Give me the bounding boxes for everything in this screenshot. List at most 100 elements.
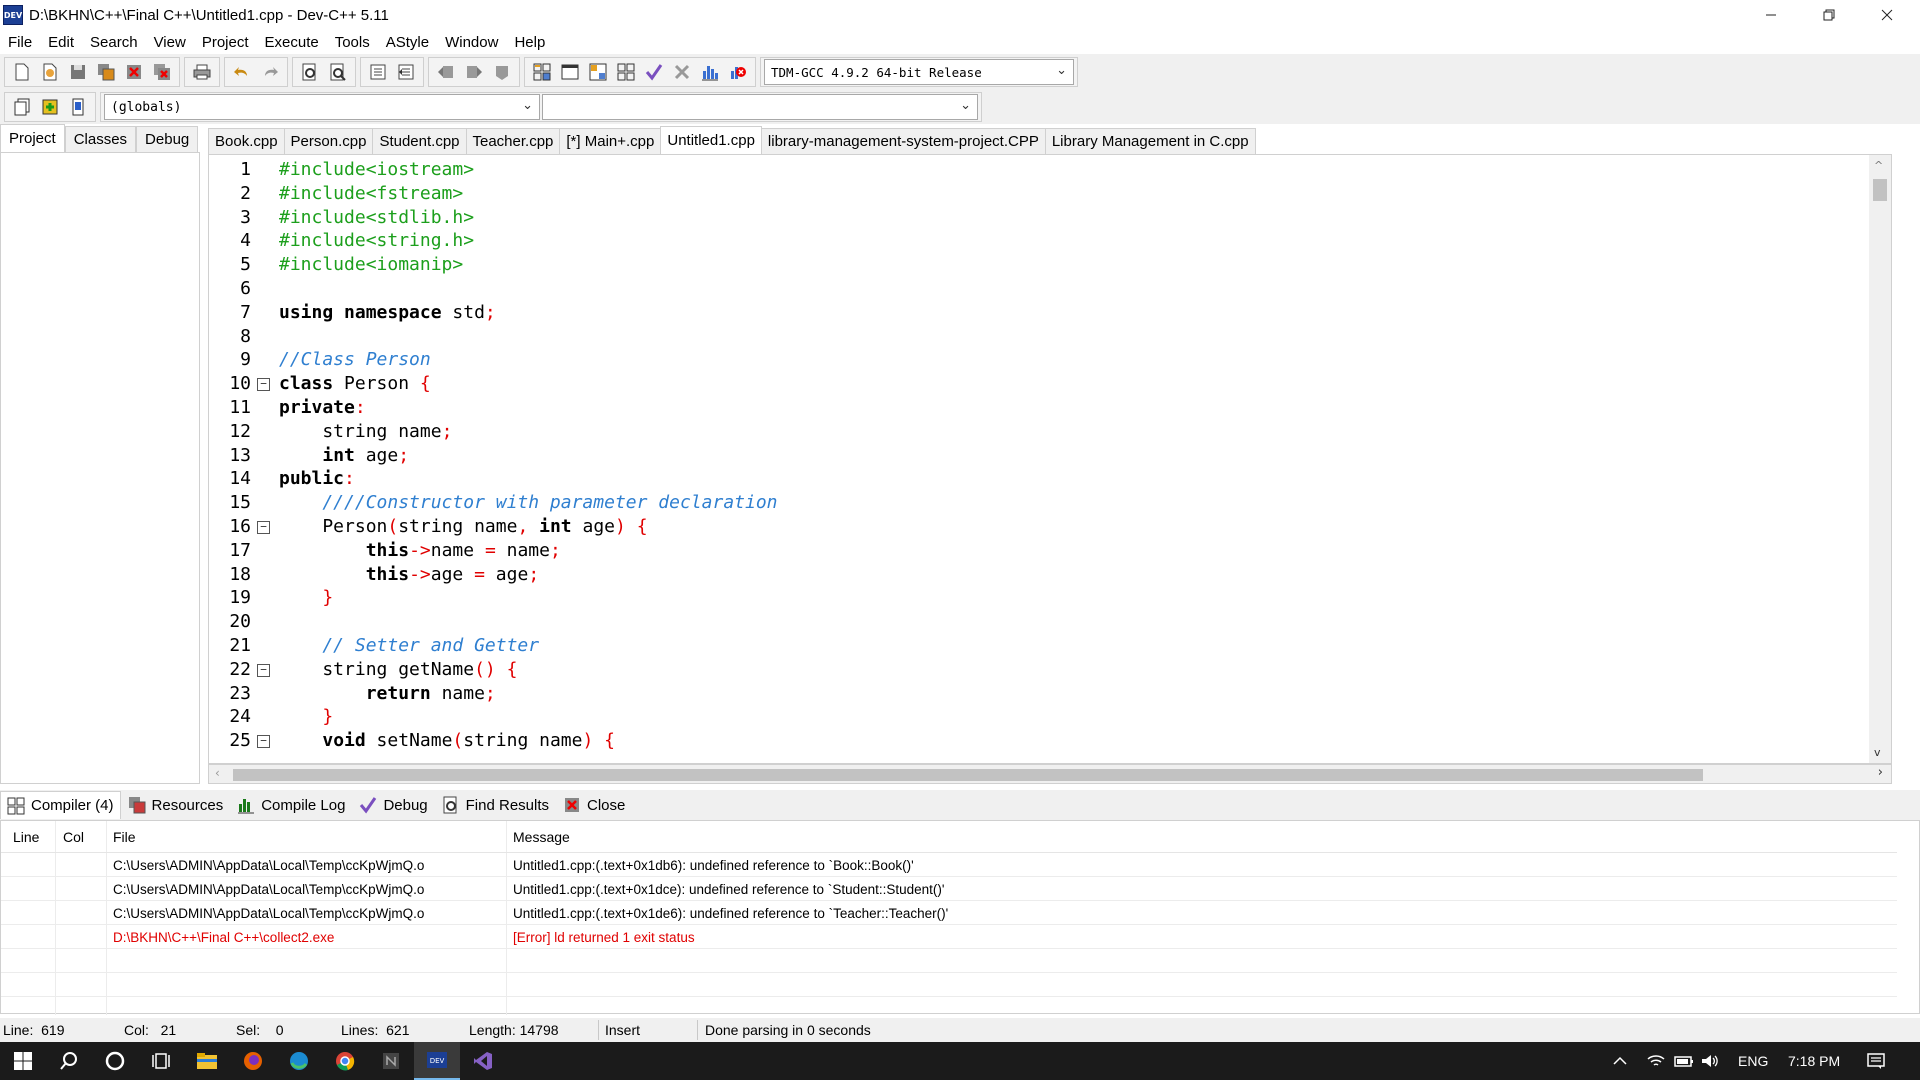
message-row[interactable]: C:\Users\ADMIN\AppData\Local\Temp\ccKpWj… (1, 901, 1897, 925)
code-line[interactable]: 7 using namespace std; (240, 302, 1861, 326)
syntax-check-icon[interactable] (641, 60, 667, 84)
tab-debug[interactable]: Debug (136, 126, 199, 152)
task-view-icon[interactable] (138, 1042, 184, 1080)
indent-icon[interactable] (365, 60, 391, 84)
open-file-icon[interactable] (37, 60, 63, 84)
scope-select[interactable]: (globals) ⌄ (104, 94, 540, 120)
editor-tab-person[interactable]: Person.cpp (283, 128, 374, 154)
scroll-right-icon[interactable]: › (1878, 765, 1883, 780)
tab-close[interactable]: Close (556, 791, 632, 819)
message-row[interactable]: C:\Users\ADMIN\AppData\Local\Temp\ccKpWj… (1, 877, 1897, 901)
code-line[interactable]: 13 int age; (229, 445, 1861, 469)
profile-chart-icon[interactable] (697, 60, 723, 84)
minimize-icon[interactable] (1742, 0, 1800, 30)
menu-edit[interactable]: Edit (40, 34, 82, 51)
code-line[interactable]: 17 this->name = name; (229, 540, 1861, 564)
code-line[interactable]: 8 (240, 326, 1861, 350)
undo-icon[interactable] (229, 60, 255, 84)
fold-collapse-icon[interactable]: − (257, 520, 270, 534)
restore-icon[interactable] (1800, 0, 1858, 30)
menu-search[interactable]: Search (82, 34, 146, 51)
code-line[interactable]: 18 this->age = age; (229, 564, 1861, 588)
battery-icon[interactable] (1674, 1042, 1694, 1080)
tab-find-results[interactable]: Find Results (435, 791, 556, 819)
code-line[interactable]: 20 (229, 611, 1861, 635)
tab-compiler[interactable]: Compiler (4) (0, 791, 121, 819)
file-explorer-icon[interactable] (184, 1042, 230, 1080)
scroll-down-icon[interactable]: v (1874, 746, 1881, 759)
header-col[interactable]: Col (53, 821, 84, 852)
code-line[interactable]: 11 private: (229, 397, 1861, 421)
tab-project[interactable]: Project (0, 124, 65, 152)
code-line[interactable]: 6 (240, 278, 1861, 302)
project-browser[interactable] (0, 152, 200, 784)
devcpp-app-icon[interactable]: DEV (3, 5, 23, 25)
editor-tab-main[interactable]: [*] Main+.cpp (559, 128, 662, 154)
menu-project[interactable]: Project (194, 34, 257, 51)
code-editor[interactable]: 1 #include<iostream> 2 #include<fstream> 3 #i… (208, 154, 1892, 764)
compile-icon[interactable] (529, 60, 555, 84)
compile-run-icon[interactable] (585, 60, 611, 84)
code-line[interactable]: 10− class Person { (229, 373, 1861, 397)
code-line[interactable]: 22− string getName() { (229, 659, 1861, 683)
fold-collapse-icon[interactable]: − (257, 663, 270, 677)
show-hidden-icons[interactable] (1612, 1042, 1628, 1080)
save-all-icon[interactable] (93, 60, 119, 84)
close-file-icon[interactable] (121, 60, 147, 84)
code-line[interactable]: 25− void setName(string name) { (229, 730, 1861, 754)
scroll-up-icon[interactable]: ^ (1874, 159, 1883, 172)
header-message[interactable]: Message (503, 821, 570, 852)
code-line[interactable]: 16− Person(string name, int age) { (229, 516, 1861, 540)
code-line[interactable]: 9 //Class Person (240, 349, 1861, 373)
cortana-icon[interactable] (92, 1042, 138, 1080)
volume-icon[interactable] (1700, 1042, 1720, 1080)
header-line[interactable]: Line (3, 821, 39, 852)
visual-studio-icon[interactable] (460, 1042, 506, 1080)
message-row-error[interactable]: D:\BKHN\C++\Final C++\collect2.exe [Erro… (1, 925, 1897, 949)
code-line[interactable]: 5 #include<iomanip> (240, 254, 1861, 278)
tab-classes[interactable]: Classes (64, 126, 137, 152)
stop-execution-icon[interactable] (669, 60, 695, 84)
code-area[interactable]: 1 #include<iostream> 2 #include<fstream> 3 #i… (229, 159, 1861, 754)
firefox-icon[interactable] (230, 1042, 276, 1080)
message-row[interactable]: C:\Users\ADMIN\AppData\Local\Temp\ccKpWj… (1, 853, 1897, 877)
add-to-project-icon[interactable] (37, 95, 63, 119)
project-options-icon[interactable] (65, 95, 91, 119)
save-icon[interactable] (65, 60, 91, 84)
windows-start-icon[interactable] (0, 1042, 46, 1080)
code-line[interactable]: 19 } (229, 587, 1861, 611)
editor-tab-teacher[interactable]: Teacher.cpp (465, 128, 561, 154)
code-line[interactable]: 3 #include<stdlib.h> (240, 207, 1861, 231)
menu-tools[interactable]: Tools (327, 34, 378, 51)
wifi-icon[interactable] (1646, 1042, 1666, 1080)
chevron-down-icon[interactable]: ⌄ (960, 98, 971, 113)
search-icon[interactable] (46, 1042, 92, 1080)
close-all-icon[interactable] (149, 60, 175, 84)
close-icon[interactable] (1858, 0, 1916, 30)
menu-window[interactable]: Window (437, 34, 506, 51)
chevron-down-icon[interactable]: ⌄ (522, 98, 533, 113)
code-line[interactable]: 15 ////Constructor with parameter declar… (229, 492, 1861, 516)
new-file-icon[interactable] (9, 60, 35, 84)
notifications-icon[interactable] (1866, 1042, 1886, 1080)
menu-help[interactable]: Help (506, 34, 553, 51)
clock[interactable]: 7:18 PM (1788, 1042, 1840, 1080)
code-line[interactable]: 12 string name; (229, 421, 1861, 445)
code-line[interactable]: 23 return name; (229, 683, 1861, 707)
run-icon[interactable] (557, 60, 583, 84)
toggle-bookmark-icon[interactable] (489, 60, 515, 84)
goto-next-icon[interactable] (461, 60, 487, 84)
language-indicator[interactable]: ENG (1738, 1042, 1768, 1080)
compiler-messages[interactable]: Line Col File Message C:\Users\ADMIN\App… (0, 820, 1920, 1015)
editor-tab-book[interactable]: Book.cpp (208, 128, 285, 154)
code-line[interactable]: 4 #include<string.h> (240, 230, 1861, 254)
delete-profile-icon[interactable] (725, 60, 751, 84)
chevron-down-icon[interactable]: ⌄ (1056, 63, 1067, 78)
code-line[interactable]: 21 // Setter and Getter (229, 635, 1861, 659)
editor-tab-student[interactable]: Student.cpp (372, 128, 467, 154)
rebuild-all-icon[interactable] (613, 60, 639, 84)
devcpp-taskbar-icon[interactable]: DEV (414, 1042, 460, 1080)
code-line[interactable]: 24 } (229, 706, 1861, 730)
tab-debug-output[interactable]: Debug (352, 791, 434, 819)
editor-tab-untitled1[interactable]: Untitled1.cpp (660, 126, 762, 154)
